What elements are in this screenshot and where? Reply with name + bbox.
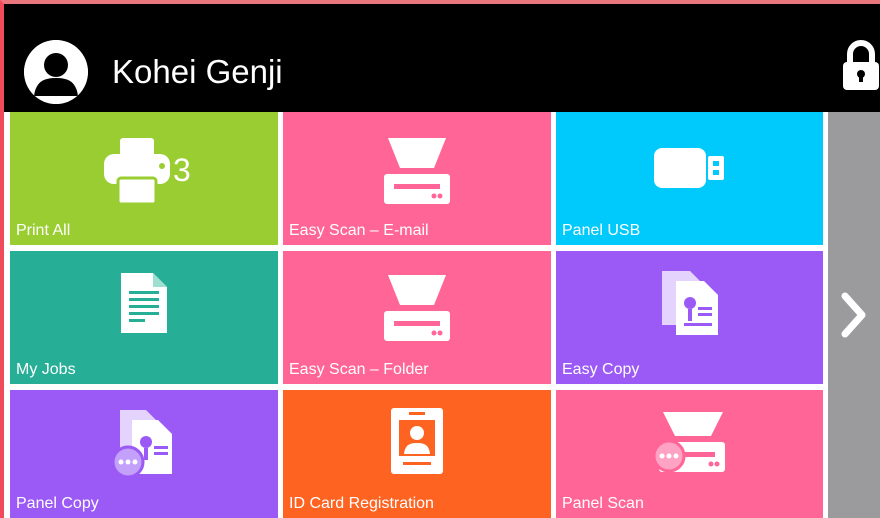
tile-label: Panel Copy [16, 495, 99, 512]
tile-label: Easy Scan – Folder [289, 361, 429, 378]
tile-panel-usb[interactable]: Panel USB [556, 112, 823, 245]
tile-label: Easy Scan – E-mail [289, 222, 429, 239]
document-icon [121, 273, 167, 333]
copy-documents-icon [661, 271, 718, 335]
tile-label: ID Card Registration [289, 495, 434, 512]
usb-drive-icon [653, 148, 724, 188]
panel-scan-icon [652, 412, 725, 473]
tile-print-all[interactable]: 3 Print All [10, 112, 278, 245]
chevron-right-icon [841, 292, 866, 338]
tile-my-jobs[interactable]: My Jobs [10, 251, 278, 384]
tile-easy-copy[interactable]: Easy Copy [556, 251, 823, 384]
tile-panel-copy[interactable]: Panel Copy [10, 390, 278, 518]
tile-id-card-registration[interactable]: ID Card Registration [283, 390, 551, 518]
tile-label: Panel Scan [562, 495, 644, 512]
printer-icon [104, 138, 170, 204]
user-avatar-icon[interactable] [24, 40, 88, 104]
lock-icon[interactable] [842, 40, 880, 92]
tile-easy-scan-folder[interactable]: Easy Scan – Folder [283, 251, 551, 384]
header-bar: Kohei Genji [4, 4, 880, 112]
tile-label: My Jobs [16, 361, 76, 378]
next-page-button[interactable] [828, 112, 880, 518]
tile-label: Print All [16, 222, 71, 239]
print-job-count-badge: 3 [173, 152, 191, 188]
tile-label: Panel USB [562, 222, 641, 239]
tile-easy-scan-email[interactable]: Easy Scan – E-mail [283, 112, 551, 245]
scanner-icon [384, 138, 450, 204]
user-name: Kohei Genji [112, 53, 283, 90]
id-card-icon [391, 408, 443, 474]
scanner-icon [384, 275, 450, 341]
tile-panel-scan[interactable]: Panel Scan [556, 390, 823, 518]
tile-label: Easy Copy [562, 361, 640, 378]
panel-copy-icon [112, 410, 172, 478]
